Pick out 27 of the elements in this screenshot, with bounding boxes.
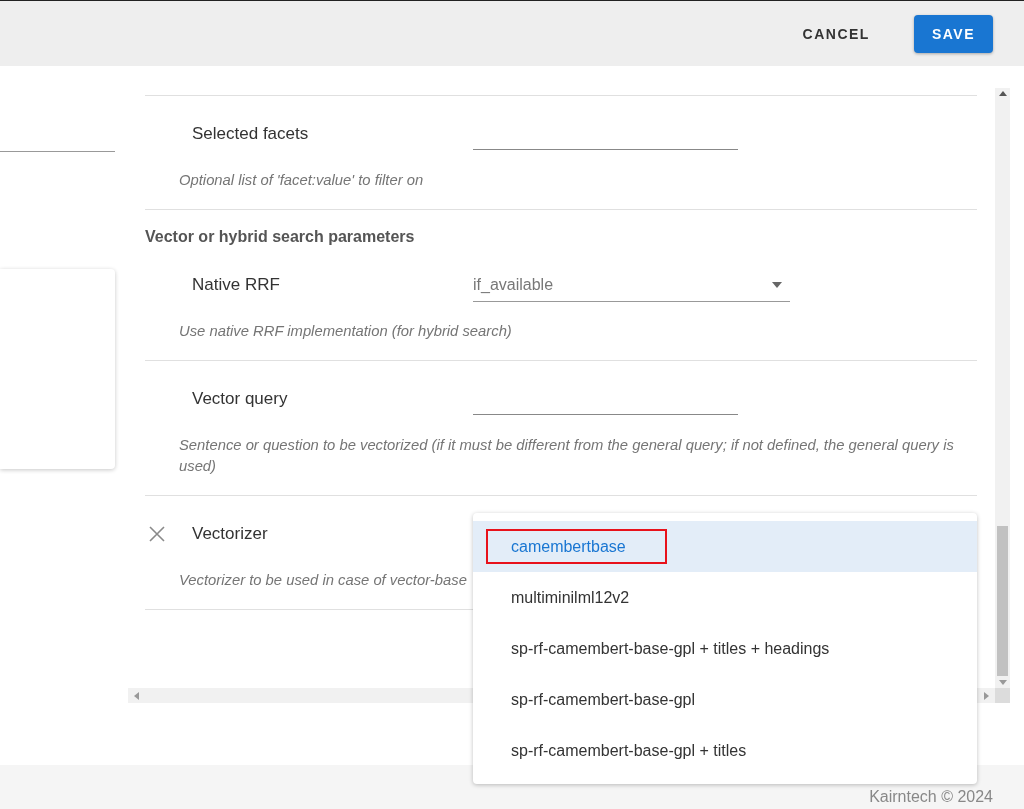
save-button[interactable]: SAVE — [913, 14, 993, 53]
field-hint: Optional list of 'facet:value' to filter on — [178, 171, 425, 190]
field-label: Vectorizer — [192, 524, 269, 544]
field-hint: Vectorizer to be used in case of vector-base — [178, 571, 468, 590]
scroll-right-icon[interactable] — [984, 691, 989, 700]
scroll-left-icon[interactable] — [134, 691, 139, 700]
section-heading: Vector or hybrid search parameters — [145, 227, 416, 247]
field-label: Selected facets — [192, 124, 310, 144]
dropdown-option[interactable]: camembertbase — [473, 521, 977, 572]
scrollbar-corner — [995, 688, 1010, 703]
cancel-button[interactable]: CANCEL — [784, 14, 888, 53]
scroll-up-icon[interactable] — [998, 91, 1007, 96]
copyright-text: Kairntech © 2024 — [869, 788, 993, 806]
dropdown-option[interactable]: sp-rf-camembert-base-gpl + titles — [473, 725, 977, 776]
vertical-scrollbar[interactable] — [995, 88, 1010, 688]
caret-icon — [772, 281, 782, 288]
scroll-down-icon[interactable] — [998, 680, 1007, 685]
dropdown-option[interactable]: sp-rf-camembert-base-gpl — [473, 674, 977, 725]
dropdown-option[interactable]: multiminilml12v2 — [473, 572, 977, 623]
dropdown-option[interactable]: sp-rf-camembert-base-gpl + titles + headings — [473, 623, 977, 674]
select-field[interactable]: if_available — [473, 268, 790, 302]
field-label: Native RRF — [192, 275, 281, 295]
close-icon[interactable] — [149, 526, 165, 542]
field-hint: Use native RRF implementation (for hybrid search) — [178, 322, 513, 341]
field-label: Vector query — [192, 389, 289, 409]
scroll-thumb[interactable] — [997, 526, 1008, 676]
field-hint: Sentence or question to be vectorized (if it must be different from the general query; if not defined, the general query is used) — [178, 436, 955, 476]
